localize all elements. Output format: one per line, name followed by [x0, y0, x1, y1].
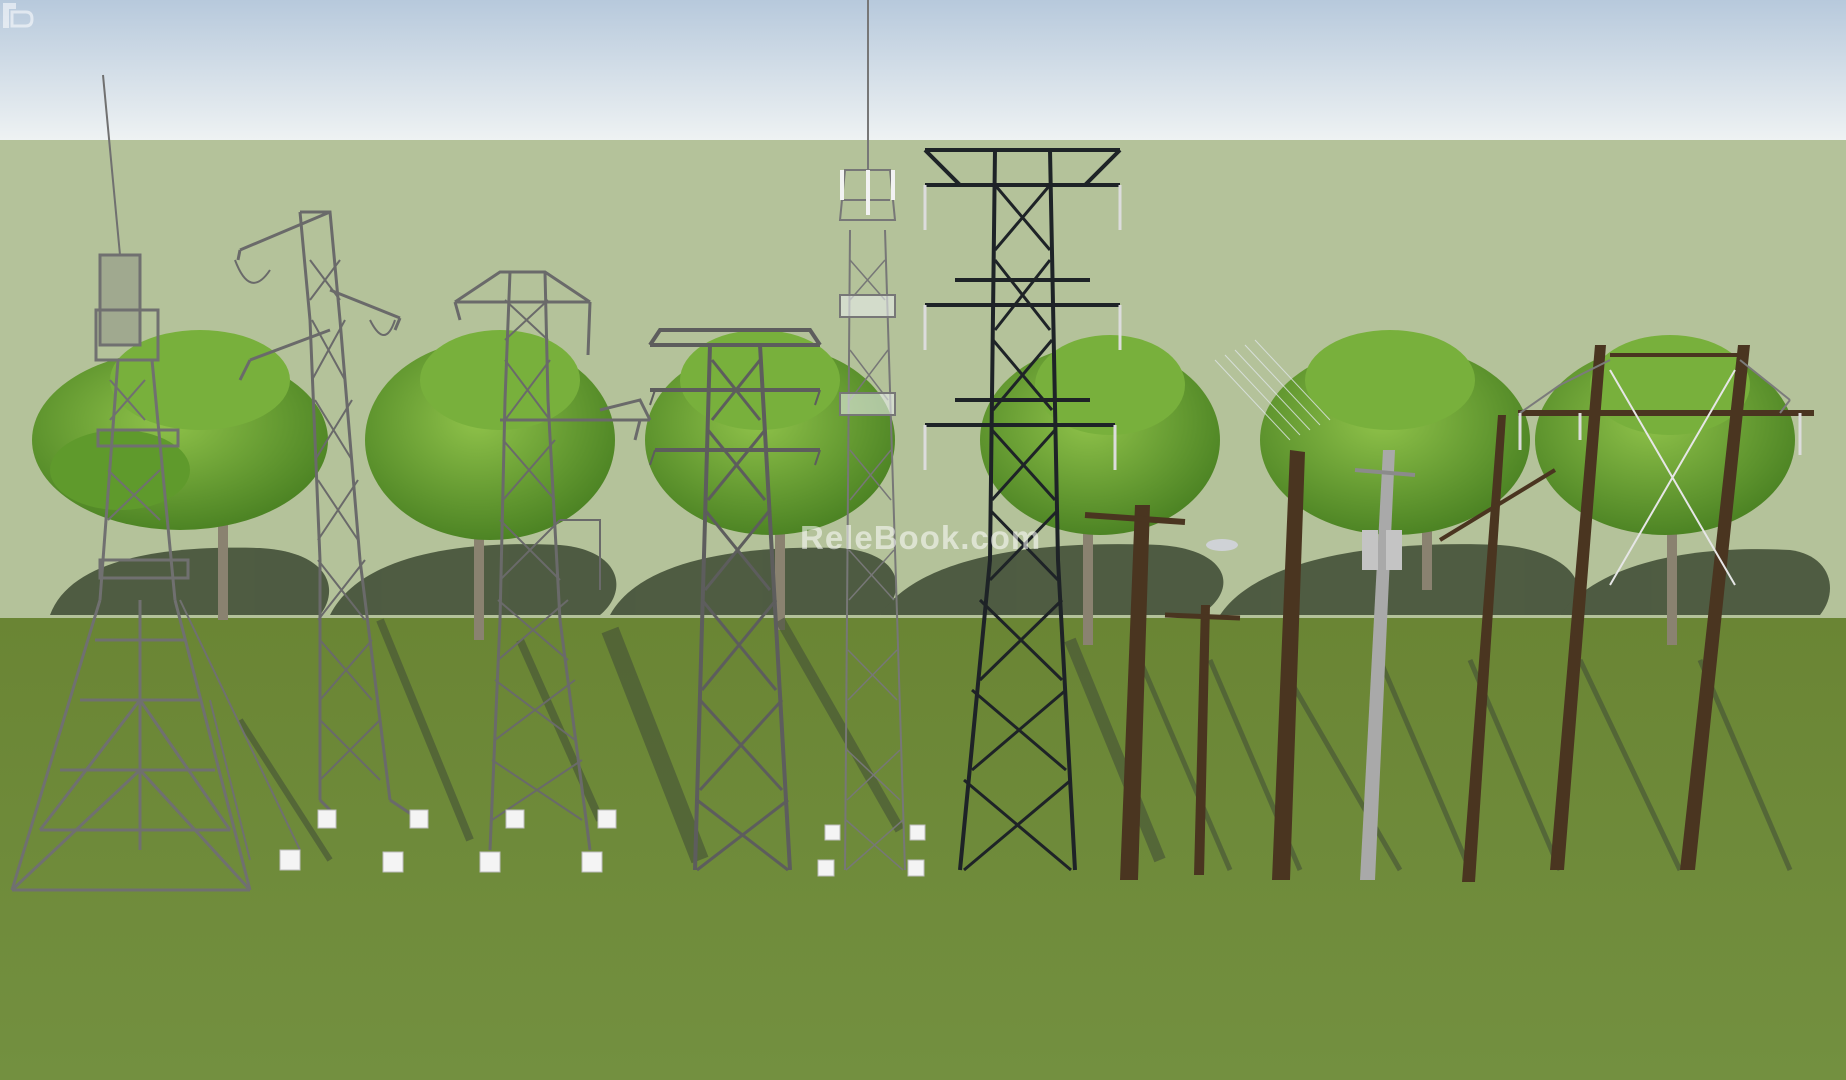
sky: [0, 0, 1846, 140]
relebook-logo-icon: [3, 3, 34, 28]
tower-scene: ReleBook.com: [0, 0, 1846, 1080]
watermark-text: ReleBook.com: [800, 519, 1042, 556]
